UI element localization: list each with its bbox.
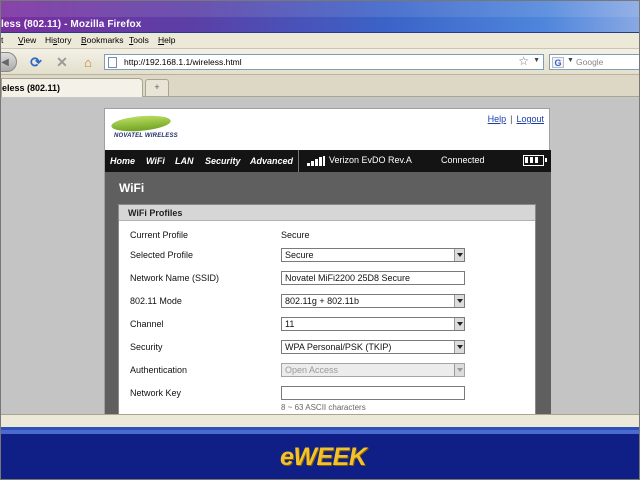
bookmark-star-icon[interactable]: ☆ [518,54,529,68]
connection-status: Connected [441,155,485,165]
back-arrow-icon: ◀ [1,56,9,68]
search-engine-dropdown-icon[interactable]: ▼ [567,57,574,64]
menubar: t View History Bookmarks Tools Help [1,33,639,49]
network-key-input[interactable] [281,386,465,400]
menu-tools[interactable]: Tools [129,35,149,45]
dropdown-arrow-icon [454,364,464,376]
current-profile-value: Secure [281,230,310,240]
page-title: WiFi [119,181,145,195]
channel-label: Channel [130,319,164,329]
home-button[interactable]: ⌂ [79,53,97,71]
stop-button[interactable]: ✕ [53,53,71,71]
url-bar[interactable]: http://192.168.1.1/wireless.html ☆ ▼ [104,54,544,70]
nav-security[interactable]: Security [205,156,241,166]
dropdown-arrow-icon [454,295,464,307]
eweek-logo: eWEEK [280,443,367,471]
plus-icon: + [154,82,160,92]
url-dropdown-icon[interactable]: ▼ [533,57,540,64]
dropdown-arrow-icon [454,249,464,261]
network-key-label: Network Key [130,388,182,398]
logo-swoosh-icon [109,113,173,134]
url-text: http://192.168.1.1/wireless.html [124,57,242,67]
nav-home[interactable]: Home [110,156,135,166]
logo-text: NOVATEL WIRELESS [114,133,178,139]
status-bar [1,414,639,427]
panel-header: WiFi Profiles [119,205,535,221]
novatel-logo: NOVATEL WIRELESS [109,113,178,142]
wifi-profiles-panel: WiFi Profiles Current Profile Secure Sel… [118,204,536,414]
reload-button[interactable]: ⟳ [27,53,45,71]
menu-edit[interactable]: t [1,35,3,45]
help-link[interactable]: Help [488,114,507,124]
tab-bar: eless (802.11) + [1,75,639,97]
eweek-footer: eWEEK [1,427,639,479]
security-label: Security [130,342,163,352]
header-links: Help | Logout [488,114,544,124]
mode-label: 802.11 Mode [130,296,182,306]
nav-advanced[interactable]: Advanced [250,156,293,166]
selected-profile-select[interactable]: Secure [281,248,465,262]
window-title: less (802.11) - Mozilla Firefox [1,19,142,30]
security-select[interactable]: WPA Personal/PSK (TKIP) [281,340,465,354]
reload-icon: ⟳ [30,53,42,70]
nav-divider [298,150,299,172]
page-icon [108,57,117,68]
tab-label: eless (802.11) [2,83,61,93]
new-tab-button[interactable]: + [145,79,169,96]
network-key-hint: 8 ~ 63 ASCII characters [281,403,366,412]
nav-lan[interactable]: LAN [175,156,194,166]
selected-profile-label: Selected Profile [130,250,194,260]
search-placeholder: Google [576,57,604,67]
search-bar[interactable]: G ▼ Google [549,54,639,70]
content-area: WiFi WiFi Profiles Current Profile Secur… [105,172,551,414]
dropdown-arrow-icon [454,318,464,330]
mode-select[interactable]: 802.11g + 802.11b [281,294,465,308]
menu-view[interactable]: View [18,35,36,45]
navigation-toolbar: ◀ ⟳ ✕ ⌂ http://192.168.1.1/wireless.html… [1,49,639,75]
panel-title: WiFi Profiles [128,208,183,218]
stop-icon: ✕ [56,53,68,70]
current-profile-label: Current Profile [130,230,189,240]
battery-icon [523,155,547,166]
menu-help[interactable]: Help [158,35,175,45]
menu-history[interactable]: History [45,35,71,45]
tab-wireless[interactable]: eless (802.11) [1,78,143,97]
titlebar-strip [1,1,639,17]
carrier-status: Verizon EvDO Rev.A [329,155,412,165]
nav-wifi[interactable]: WiFi [146,156,165,166]
screenshot-frame: less (802.11) - Mozilla Firefox t View H… [0,0,640,480]
authentication-select: Open Access [281,363,465,377]
signal-strength-icon [307,156,325,166]
ssid-label: Network Name (SSID) [130,273,220,283]
channel-select[interactable]: 11 [281,317,465,331]
google-icon[interactable]: G [552,57,564,68]
link-separator: | [510,114,513,124]
logout-link[interactable]: Logout [516,114,544,124]
router-page: NOVATEL WIRELESS Help | Logout Home WiFi L… [104,108,551,414]
home-icon: ⌂ [84,54,92,70]
ssid-input[interactable]: Novatel MiFi2200 25D8 Secure [281,271,465,285]
back-button[interactable]: ◀ [1,52,17,72]
authentication-label: Authentication [130,365,188,375]
router-nav-bar: Home WiFi LAN Security Advanced Verizon … [105,150,551,172]
browser-content: NOVATEL WIRELESS Help | Logout Home WiFi L… [1,98,639,414]
window-titlebar: less (802.11) - Mozilla Firefox [1,1,639,33]
menu-bookmarks[interactable]: Bookmarks [81,35,124,45]
dropdown-arrow-icon [454,341,464,353]
